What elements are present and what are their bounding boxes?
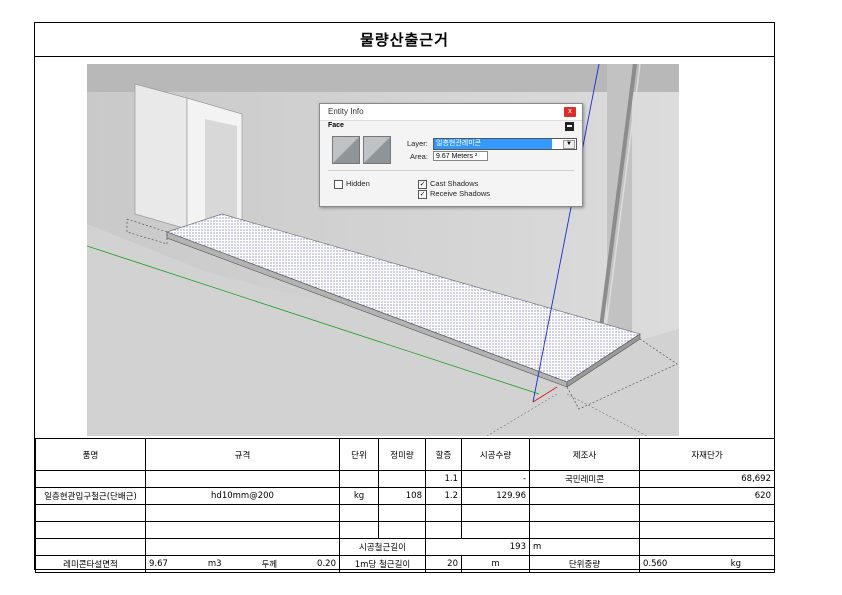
area-value: 9.67 Meters ² <box>433 151 488 161</box>
entity-type-row: Face <box>320 121 582 132</box>
construction-qty-cell <box>461 504 530 522</box>
per-meter-unit: m <box>461 555 530 573</box>
receive-shadows-label: Receive Shadows <box>430 189 491 198</box>
unit-price-cell: 68,692 <box>639 470 775 488</box>
cast-shadows-label: Cast Shadows <box>430 179 479 188</box>
dialog-divider <box>328 170 574 171</box>
unit-price-cell <box>639 504 775 522</box>
thickness-value: 0.20 <box>317 559 336 569</box>
unit-cell <box>339 504 379 522</box>
layer-value: 일층현관레미콘 <box>434 139 552 149</box>
empty-cell <box>145 538 340 556</box>
front-material-swatch[interactable] <box>332 136 360 164</box>
table-row: 1.1 - 국민레미콘 68,692 <box>35 470 775 488</box>
unit-cell <box>339 470 379 488</box>
rebar-length-value: 193 <box>425 538 530 556</box>
header-cell: 자재단가 <box>639 438 775 471</box>
thickness-label: 두께 <box>261 560 278 570</box>
spec-cell <box>145 470 340 488</box>
surcharge-cell <box>425 521 462 539</box>
maker-cell <box>529 521 640 539</box>
item-name-cell <box>35 504 146 522</box>
remicon-area-value: 9.67 <box>149 559 168 569</box>
per-meter-value: 20 <box>425 555 462 573</box>
header-cell: 할증 <box>425 438 462 471</box>
remicon-area-unit: m3 <box>207 559 222 569</box>
rebar-length-unit: m <box>529 538 640 556</box>
layer-label: Layer: <box>407 139 428 148</box>
empty-cell <box>639 538 775 556</box>
layer-select[interactable]: 일층현관레미콘 ▼ <box>433 138 577 150</box>
remicon-area-cell: 9.67 m3 두께 0.20 <box>145 555 340 573</box>
entity-type-label: Face <box>328 122 344 129</box>
unit-weight-label: 단위중량 <box>529 555 640 573</box>
construction-qty-cell: - <box>461 470 530 488</box>
net-qty-cell <box>378 521 426 539</box>
remicon-row: 레미콘타설면적 9.67 m3 두께 0.20 1m당 철근길이 20 m 단위… <box>35 555 775 573</box>
item-name-cell <box>35 470 146 488</box>
per-meter-label: 1m당 철근길이 <box>339 555 426 573</box>
table-row <box>35 504 775 522</box>
header-cell: 제조사 <box>529 438 640 471</box>
unit-weight-value: 0.560 <box>643 559 668 569</box>
header-cell: 단위 <box>339 438 379 471</box>
cast-shadows-checkbox[interactable]: ✓ <box>418 180 427 189</box>
table-row <box>35 521 775 539</box>
quantity-table: 품명 규격 단위 정미량 할증 시공수량 제조사 자재단가 1.1 - 국민레미… <box>35 438 775 573</box>
unit-weight-cell: 0.560 kg <box>639 555 775 573</box>
pin-icon[interactable] <box>565 122 574 131</box>
unit-price-cell <box>639 521 775 539</box>
spec-cell <box>145 521 340 539</box>
entity-info-dialog: Entity Info x Face Layer: 일층현관레미콘 ▼ Area… <box>319 103 583 207</box>
construction-qty-cell: 129.96 <box>461 487 530 505</box>
item-name-cell <box>35 521 146 539</box>
unit-cell: kg <box>339 487 379 505</box>
surcharge-cell: 1.2 <box>425 487 462 505</box>
maker-cell <box>529 504 640 522</box>
hidden-label: Hidden <box>346 179 370 188</box>
back-material-swatch[interactable] <box>363 136 391 164</box>
dialog-titlebar[interactable]: Entity Info x <box>320 104 582 121</box>
net-qty-cell <box>378 504 426 522</box>
unit-price-cell: 620 <box>639 487 775 505</box>
unit-weight-unit: kg <box>730 559 741 569</box>
header-cell: 정미량 <box>378 438 426 471</box>
header-cell: 품명 <box>35 438 146 471</box>
chevron-down-icon[interactable]: ▼ <box>563 140 575 149</box>
unit-cell <box>339 521 379 539</box>
header-cell: 규격 <box>145 438 340 471</box>
area-label: Area: <box>410 152 428 161</box>
spec-cell: hd10mm@200 <box>145 487 340 505</box>
surcharge-cell: 1.1 <box>425 470 462 488</box>
receive-shadows-checkbox[interactable]: ✓ <box>418 190 427 199</box>
spec-cell <box>145 504 340 522</box>
rebar-length-label: 시공철근길이 <box>339 538 426 556</box>
rebar-length-row: 시공철근길이 193 m <box>35 538 775 556</box>
construction-qty-cell <box>461 521 530 539</box>
close-button[interactable]: x <box>564 107 576 117</box>
empty-cell <box>35 538 146 556</box>
net-qty-cell <box>378 470 426 488</box>
maker-cell: 국민레미콘 <box>529 470 640 488</box>
hidden-checkbox[interactable] <box>334 180 343 189</box>
table-row: 일층현관입구철근(단배근) hd10mm@200 kg 108 1.2 129.… <box>35 487 775 505</box>
remicon-label: 레미콘타설면적 <box>35 555 146 573</box>
model-viewport[interactable]: Entity Info x Face Layer: 일층현관레미콘 ▼ Area… <box>87 64 679 436</box>
surcharge-cell <box>425 504 462 522</box>
dialog-title: Entity Info <box>328 107 364 116</box>
document-frame: 물량산출근거 Entity Info x Face Layer: 일층현관레미콘… <box>34 22 775 573</box>
net-qty-cell: 108 <box>378 487 426 505</box>
page-title: 물량산출근거 <box>35 23 774 57</box>
table-header-row: 품명 규격 단위 정미량 할증 시공수량 제조사 자재단가 <box>35 438 775 471</box>
maker-cell <box>529 487 640 505</box>
item-name-cell: 일층현관입구철근(단배근) <box>35 487 146 505</box>
header-cell: 시공수량 <box>461 438 530 471</box>
